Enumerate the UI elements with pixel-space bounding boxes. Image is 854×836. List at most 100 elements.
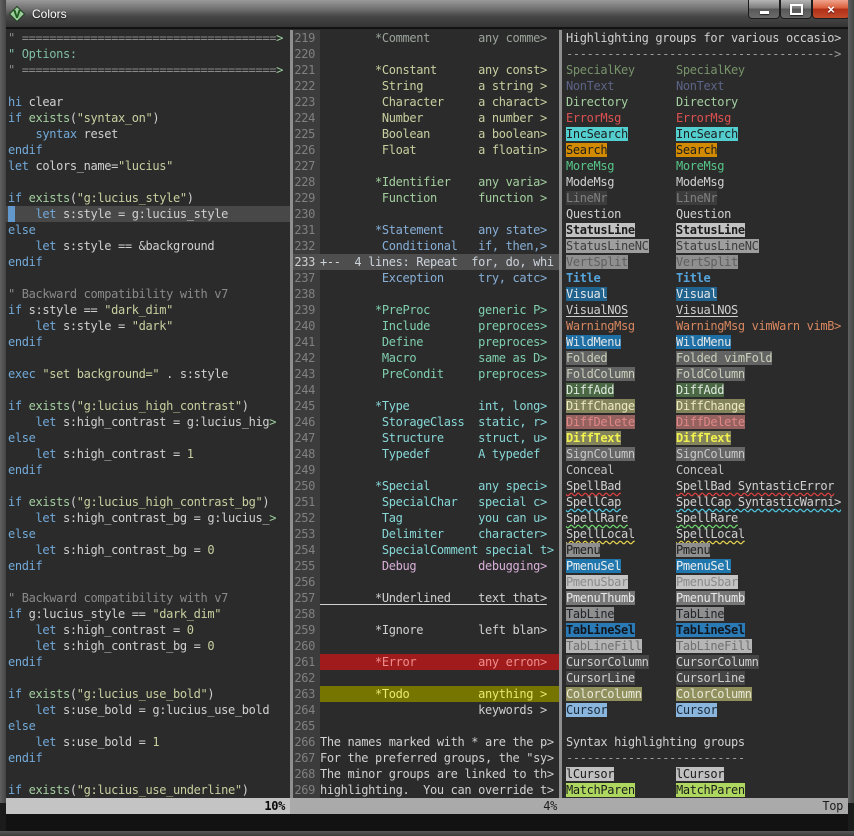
code-line bbox=[6, 350, 290, 366]
hitest-row: ColorColumnColorColumn bbox=[562, 686, 848, 702]
help-file-pane[interactable]: 219 *Comment any comme>220221 *Constant … bbox=[293, 30, 559, 798]
line-number: 268 bbox=[293, 766, 320, 782]
hitest-row: LineNrLineNr bbox=[562, 190, 848, 206]
statusline-scroll-percent: 10% bbox=[264, 798, 285, 814]
line-number: 220 bbox=[293, 46, 320, 62]
hitest-row: SpecialKeySpecialKey bbox=[562, 62, 848, 78]
code-line bbox=[6, 270, 290, 286]
highlight-test-pane[interactable]: Highlighting groups for various occasio>… bbox=[562, 30, 848, 798]
hitest-row: SearchSearch bbox=[562, 142, 848, 158]
line-number: 251 bbox=[293, 494, 320, 510]
line-number: 256 bbox=[293, 574, 320, 590]
help-line: 225 Boolean a boolean> bbox=[293, 126, 559, 142]
code-line: endif bbox=[6, 254, 290, 270]
code-line: hi clear bbox=[6, 94, 290, 110]
hitest-row: VertSplitVertSplit bbox=[562, 254, 848, 270]
help-line: 248 Typedef A typedef bbox=[293, 446, 559, 462]
help-line: 241 Define preproces> bbox=[293, 334, 559, 350]
help-line: 243 PreCondit preproces> bbox=[293, 366, 559, 382]
hitest-row: FoldedFolded vimFold bbox=[562, 350, 848, 366]
line-number: 260 bbox=[293, 638, 320, 654]
hitest-row: DirectoryDirectory bbox=[562, 94, 848, 110]
line-number: 247 bbox=[293, 430, 320, 446]
line-number: 267 bbox=[293, 750, 320, 766]
line-number: 243 bbox=[293, 366, 320, 382]
code-line: endif bbox=[6, 654, 290, 670]
line-number: 224 bbox=[293, 110, 320, 126]
help-line: 267For the preferred groups, the "sy> bbox=[293, 750, 559, 766]
help-line: 219 *Comment any comme> bbox=[293, 30, 559, 46]
help-line: 268The minor groups are linked to th> bbox=[293, 766, 559, 782]
hitest-row: TitleTitle bbox=[562, 270, 848, 286]
help-line: 227 bbox=[293, 158, 559, 174]
hitest-row: DiffChangeDiffChange bbox=[562, 398, 848, 414]
statusline-hitest: Highlight test [unix] 1,1 Top bbox=[562, 798, 848, 814]
help-line: 253 Delimiter character> bbox=[293, 526, 559, 542]
hitest-row: PmenuSelPmenuSel bbox=[562, 558, 848, 574]
help-line: 244 bbox=[293, 382, 559, 398]
help-line: 230 bbox=[293, 206, 559, 222]
line-number: 237 bbox=[293, 270, 320, 286]
line-number: 232 bbox=[293, 238, 320, 254]
hitest-row: FoldColumnFoldColumn bbox=[562, 366, 848, 382]
hitest-row: StatusLineNCStatusLineNC bbox=[562, 238, 848, 254]
line-number: 265 bbox=[293, 718, 320, 734]
code-line bbox=[6, 478, 290, 494]
minimize-button[interactable] bbox=[748, 0, 780, 19]
help-line: 237 Exception try, catc> bbox=[293, 270, 559, 286]
code-editor-pane[interactable]: " =====================================>… bbox=[6, 30, 290, 798]
line-number: 225 bbox=[293, 126, 320, 142]
hitest-row: DiffDeleteDiffDelete bbox=[562, 414, 848, 430]
code-line bbox=[6, 174, 290, 190]
hitest-row: SpellLocalSpellLocal bbox=[562, 526, 848, 542]
line-number: 252 bbox=[293, 510, 320, 526]
hitest-row: ConcealConceal bbox=[562, 462, 848, 478]
help-line: 264 keywords > bbox=[293, 702, 559, 718]
code-line: endif bbox=[6, 462, 290, 478]
help-line: 258 bbox=[293, 606, 559, 622]
hitest-row: DiffTextDiffText bbox=[562, 430, 848, 446]
line-number: 231 bbox=[293, 222, 320, 238]
help-line: 223 Character a charact> bbox=[293, 94, 559, 110]
line-number: 228 bbox=[293, 174, 320, 190]
line-number: 240 bbox=[293, 318, 320, 334]
line-number: 261 bbox=[293, 654, 320, 670]
line-number: 230 bbox=[293, 206, 320, 222]
maximize-button[interactable] bbox=[780, 0, 812, 19]
hitest-row: SpellRareSpellRare bbox=[562, 510, 848, 526]
line-number: 223 bbox=[293, 94, 320, 110]
title-bar[interactable]: Colors × bbox=[0, 0, 854, 28]
statusline-active: <cius.vim [vim][unix]83,1 10% bbox=[6, 798, 290, 814]
help-line: 222 String a string > bbox=[293, 78, 559, 94]
close-button[interactable]: × bbox=[812, 0, 850, 19]
hitest-row: ---------------------------------------> bbox=[562, 46, 848, 62]
hitest-row: CursorCursor bbox=[562, 702, 848, 718]
command-line[interactable] bbox=[6, 814, 848, 831]
line-number: 241 bbox=[293, 334, 320, 350]
help-line: 239 *PreProc generic P> bbox=[293, 302, 559, 318]
minimize-icon bbox=[760, 11, 769, 14]
help-line: 252 Tag you can u> bbox=[293, 510, 559, 526]
code-line: let s:high_contrast_bg = 0 bbox=[6, 638, 290, 654]
help-line: 260 bbox=[293, 638, 559, 654]
code-line: let s:high_contrast_bg = g:lucius_> bbox=[6, 510, 290, 526]
statusline-scroll-position: Top bbox=[822, 798, 843, 814]
maximize-icon bbox=[790, 4, 803, 15]
help-line: 263 *Todo anything > bbox=[293, 686, 559, 702]
hitest-row: PmenuPmenu bbox=[562, 542, 848, 558]
hitest-row: SignColumnSignColumn bbox=[562, 446, 848, 462]
window-frame-bottom bbox=[0, 831, 854, 836]
hitest-row: VisualNOSVisualNOS bbox=[562, 302, 848, 318]
help-line: 254 SpecialComment special t> bbox=[293, 542, 559, 558]
vim-icon bbox=[9, 6, 25, 22]
hitest-row: CursorColumnCursorColumn bbox=[562, 654, 848, 670]
code-line: let s:use_bold = g:lucius_use_bold bbox=[6, 702, 290, 718]
help-line: 229 Function function > bbox=[293, 190, 559, 206]
hitest-row: lCursorlCursor bbox=[562, 766, 848, 782]
line-number: 248 bbox=[293, 446, 320, 462]
line-number: 266 bbox=[293, 734, 320, 750]
hitest-row: TabLineFillTabLineFill bbox=[562, 638, 848, 654]
hitest-row: CursorLineCursorLine bbox=[562, 670, 848, 686]
line-number: 255 bbox=[293, 558, 320, 574]
hitest-row: ModeMsgModeMsg bbox=[562, 174, 848, 190]
